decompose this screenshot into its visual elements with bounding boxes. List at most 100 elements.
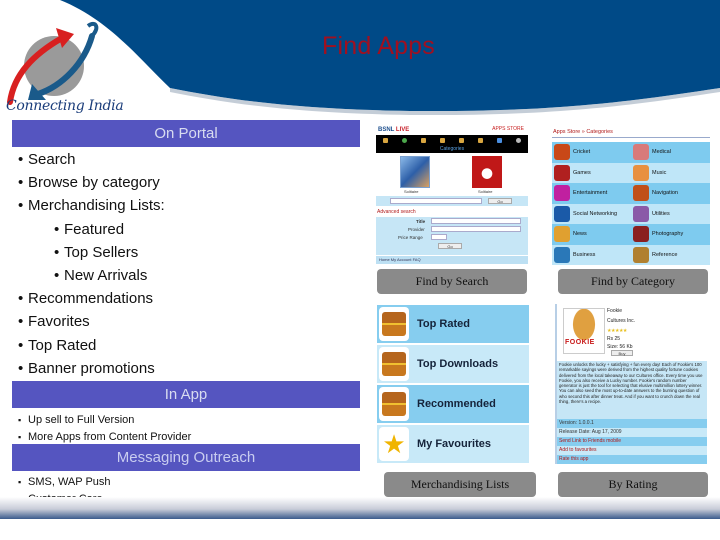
category-label: Reference [652, 251, 678, 258]
caption-merchandising-lists: Merchandising Lists [384, 472, 536, 497]
utilities-icon [633, 205, 649, 222]
list-item: Merchandising Lists: [18, 195, 165, 218]
list-item-recommended[interactable]: Recommended [377, 385, 529, 423]
book-icon[interactable] [478, 138, 483, 143]
search-go-button[interactable]: Go [488, 198, 512, 204]
release-date: Release Date: Aug 17, 2009 [557, 428, 707, 437]
advanced-go-button[interactable]: Go [438, 243, 462, 249]
globe-icon[interactable] [402, 138, 407, 143]
category-label: Music [652, 169, 667, 176]
social-networking-icon [554, 205, 570, 222]
cricket-icon [554, 144, 570, 161]
caption-find-by-category: Find by Category [558, 269, 708, 294]
advanced-search-label: Advanced search [377, 209, 416, 215]
price-range-label: Price Range [398, 235, 423, 240]
logo-tagline: Connecting India [6, 98, 124, 114]
list-item-top-rated[interactable]: Top Rated [377, 305, 529, 343]
category-item[interactable]: Social Networking [552, 203, 631, 224]
title-input[interactable] [431, 218, 521, 224]
on-portal-list: Search Browse by category Merchandising … [18, 149, 165, 381]
category-label: Games [573, 169, 591, 176]
treasure-chest-icon [379, 387, 409, 421]
news-icon [554, 226, 570, 243]
version: Version: 1.0.0.1 [557, 419, 707, 428]
category-item[interactable]: Games [552, 162, 631, 183]
nav-bar [376, 135, 528, 146]
category-item[interactable]: Navigation [631, 183, 710, 204]
footer-links[interactable]: Home My Account FAQ [376, 256, 528, 264]
list-item: Top Rated [18, 335, 165, 358]
title-label: Title [416, 219, 426, 224]
category-label: Social Networking [573, 210, 618, 217]
add-favourites-button[interactable]: Add to favourites [557, 446, 707, 455]
provider-label: Provider [408, 227, 425, 232]
footer-band [0, 497, 720, 519]
category-item[interactable]: Photography [631, 224, 710, 245]
price: Rs 25 [607, 336, 621, 342]
list-item-my-favourites[interactable]: ★ My Favourites [377, 425, 529, 463]
send-link-button[interactable]: Send Link to Friends mobile [557, 437, 707, 446]
buy-button[interactable]: Buy [611, 350, 633, 356]
section-on-portal: On Portal [12, 120, 360, 147]
category-item[interactable]: Music [631, 162, 710, 183]
search-icon[interactable] [516, 138, 521, 143]
merchandising-screenshot: Top Rated Top Downloads Recommended ★ My… [377, 305, 529, 465]
section-in-app: In App [12, 381, 360, 408]
rating-stars: ★★★★★ [607, 328, 627, 334]
category-label: Cricket [573, 149, 591, 156]
app-logo-text: FOOKIE [565, 339, 595, 346]
list-item: Top Sellers [54, 242, 165, 265]
medical-icon [633, 144, 649, 161]
category-item[interactable]: Medical [631, 142, 710, 163]
rate-app-button[interactable]: Rate this app [557, 455, 707, 464]
app-name: Fookie [607, 308, 623, 314]
category-label: Business [573, 251, 596, 258]
list-item: New Arrivals [54, 265, 165, 288]
star-icon[interactable] [440, 138, 445, 143]
category-item[interactable]: News [552, 224, 631, 245]
navigation-icon [633, 185, 649, 202]
category-item[interactable]: Business [552, 244, 631, 265]
list-item: Up sell to Full Version [18, 412, 191, 429]
music-icon [633, 164, 649, 181]
category-grid: Cricket Medical Games Music Entertainment Nav… [552, 142, 710, 265]
advanced-search-form: Title Provider Price Range Go [376, 217, 528, 255]
download-icon[interactable] [497, 138, 502, 143]
list-item: SMS, WAP Push [18, 474, 111, 491]
breadcrumb[interactable]: Apps Store » Categories [553, 129, 613, 135]
app-thumbnail[interactable] [400, 156, 430, 188]
category-screenshot: Apps Store » Categories Cricket Medical Ga… [552, 128, 710, 268]
treasure-chest-icon [379, 307, 409, 341]
apps-store-logo: APPS STORE [492, 126, 524, 132]
publisher: Cultures Inc. [607, 318, 636, 324]
category-label: News [573, 231, 587, 238]
category-item[interactable]: Reference [631, 244, 710, 265]
app-thumbnail[interactable] [472, 156, 502, 188]
price-range-select[interactable] [431, 234, 447, 240]
business-icon [554, 246, 570, 263]
search-screenshot: BSNL LIVE APPS STORE Categories Solitair… [376, 125, 528, 265]
list-item: Recommendations [18, 288, 165, 311]
list-item-top-downloads[interactable]: Top Downloads [377, 345, 529, 383]
home-icon[interactable] [383, 138, 388, 143]
star-icon[interactable] [421, 138, 426, 143]
fortune-cookie-icon [563, 308, 605, 354]
folder-icon[interactable] [459, 138, 464, 143]
category-item[interactable]: Entertainment [552, 183, 631, 204]
search-input[interactable] [390, 198, 482, 204]
list-item: Search [18, 149, 165, 172]
entertainment-icon [554, 185, 570, 202]
provider-input[interactable] [431, 226, 521, 232]
list-item: Banner promotions [18, 358, 165, 381]
category-label: Navigation [652, 190, 678, 197]
photography-icon [633, 226, 649, 243]
category-item[interactable]: Cricket [552, 142, 631, 163]
thumbnail-label: Solitaire [478, 189, 493, 194]
categories-link[interactable]: Categories [376, 146, 528, 153]
caption-by-rating: By Rating [558, 472, 708, 497]
star-icon: ★ [379, 427, 409, 461]
category-item[interactable]: Utilities [631, 203, 710, 224]
treasure-chest-icon [379, 347, 409, 381]
reference-icon [633, 246, 649, 263]
thumbnail-label: Solitaire [404, 189, 419, 194]
